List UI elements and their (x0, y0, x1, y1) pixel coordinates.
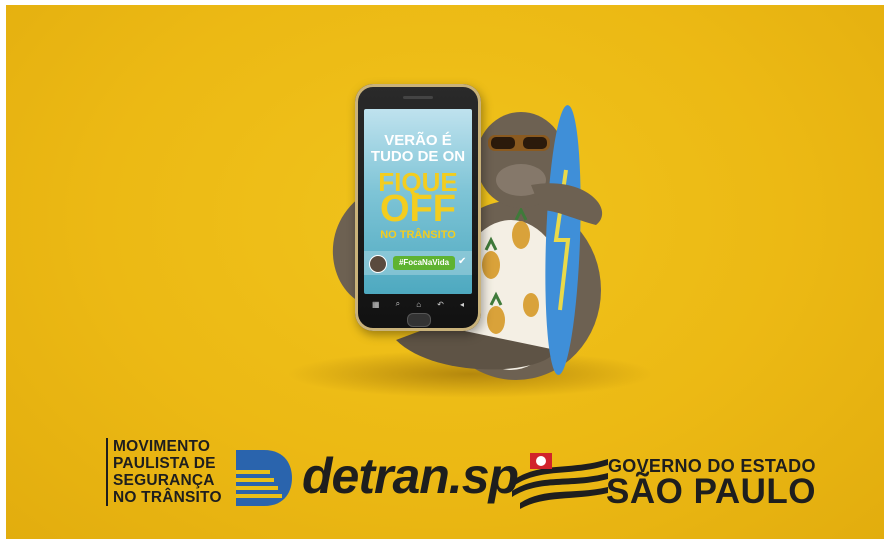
screen-line-transito: NO TRÂNSITO (380, 229, 456, 241)
search-icon: ⌕ (395, 299, 401, 308)
campaign-line-1: MOVIMENTO (113, 438, 211, 455)
governo-line-2: SÃO PAULO (606, 472, 816, 511)
phone-speaker (403, 96, 433, 99)
screen-line-off: OFF (380, 188, 456, 230)
checkmark-icon: ✔ (458, 256, 467, 267)
back-icon: ↶ (437, 299, 444, 309)
screen-line-verao: VERÃO É (384, 132, 452, 149)
campaign-logo-text: MOVIMENTO PAULISTA DE SEGURANÇA NO TRÂNS… (106, 438, 222, 506)
smartphone: VERÃO É TUDO DE ON FIQUE OFF NO TRÂNSITO… (355, 84, 481, 331)
sao-paulo-flag-icon (512, 453, 608, 509)
phone-home-button (407, 313, 431, 327)
home-icon: ⌂ (416, 299, 422, 309)
volume-icon: ◂ (459, 299, 464, 309)
campaign-line-3: SEGURANÇA (113, 472, 215, 489)
detran-d-icon (236, 450, 292, 506)
avatar (369, 255, 387, 273)
campaign-line-2: PAULISTA DE (113, 455, 216, 472)
phone-screen: VERÃO É TUDO DE ON FIQUE OFF NO TRÂNSITO… (364, 109, 472, 294)
phone-nav-bar: ▦ ⌕ ⌂ ↶ ◂ (364, 297, 472, 311)
detran-wordmark: detran.sp (302, 448, 519, 504)
ad-frame: VERÃO É TUDO DE ON FIQUE OFF NO TRÂNSITO… (6, 5, 884, 539)
campaign-line-4: NO TRÂNSITO (113, 489, 222, 506)
grid-icon: ▦ (372, 299, 380, 309)
hashtag-badge: #FocaNaVida (393, 256, 455, 270)
screen-line-tudo: TUDO DE ON (370, 148, 466, 165)
